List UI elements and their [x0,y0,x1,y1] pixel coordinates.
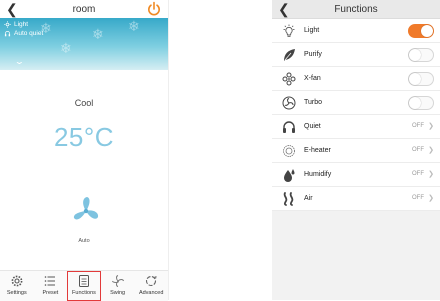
swing-icon [111,275,124,287]
room-title: room [72,3,96,15]
e-heater-value: OFF [412,147,424,153]
turbo-toggle[interactable] [408,96,434,110]
list-item-e-heater[interactable]: E-heater OFF ❯ [272,139,440,163]
light-icon [4,21,11,28]
tab-functions-label: Functions [72,290,96,296]
list-item-x-fan[interactable]: X-fan [272,67,440,91]
functions-icon [78,275,89,287]
tab-settings[interactable]: Settings [0,271,34,301]
list-item-light[interactable]: Light [272,19,440,43]
mode-label: Cool [74,98,94,108]
quiet-value: OFF [412,123,424,129]
snowflake-icon: ❄ [92,26,104,42]
functions-title: Functions [334,3,378,15]
back-chevron-icon[interactable]: ❮ [6,1,20,17]
air-value: OFF [412,195,424,201]
advanced-icon [146,275,157,287]
tab-advanced-label: Advanced [138,290,164,296]
tab-functions[interactable]: Functions [67,271,101,301]
room-header: ❮ room [0,0,168,18]
headphones-icon [282,120,296,134]
humidify-value: OFF [412,171,424,177]
tab-swing-label: Swing [110,290,126,296]
list-item-purify[interactable]: Purify [272,43,440,67]
fan-icon[interactable] [70,195,102,227]
tab-settings-label: Settings [6,290,27,296]
functions-header: ❮ Functions [272,0,440,19]
power-icon[interactable] [146,1,162,17]
bottom-tab-bar: Settings Preset Functions Swing Advanced [0,270,168,301]
x-fan-icon [282,72,296,86]
functions-list: Light Purify X-fan Turbo Quiet OFF ❯ E-h… [272,19,440,211]
x-fan-toggle[interactable] [408,72,434,86]
tab-preset[interactable]: Preset [34,271,68,301]
leaf-icon [282,48,296,62]
back-chevron-icon[interactable]: ❮ [278,1,292,17]
light-status-label: Light [14,21,29,28]
snowflake-icon: ❄ [128,18,140,34]
chevron-right-icon: ❯ [428,147,434,154]
air-icon [282,191,296,206]
list-item-turbo[interactable]: Turbo [272,91,440,115]
fan-speed-label: Auto [78,238,90,244]
chevron-right-icon: ❯ [428,123,434,130]
chevron-right-icon: ❯ [428,171,434,178]
light-status: Light [4,21,28,28]
list-item-air[interactable]: Air OFF ❯ [272,187,440,211]
chevron-right-icon: ❯ [428,195,434,202]
tab-preset-label: Preset [42,290,59,296]
snowflake-icon: ❄ [60,40,72,56]
turbo-icon [282,96,296,110]
light-toggle[interactable] [408,24,434,38]
temperature-display[interactable]: 25°C [0,122,168,153]
list-icon [45,276,56,286]
status-banner: ❄ ❄ ❄ ❄ Light Auto quiet ⌄ [0,18,168,70]
heater-icon [282,144,296,158]
quiet-icon [4,31,11,37]
light-icon [282,24,296,38]
list-item-humidify[interactable]: Humidify OFF ❯ [272,163,440,187]
gear-icon [11,275,23,287]
tab-advanced[interactable]: Advanced [134,271,168,301]
tab-swing[interactable]: Swing [101,271,135,301]
mode-status: Auto quiet [4,30,43,37]
list-item-quiet[interactable]: Quiet OFF ❯ [272,115,440,139]
functions-screen: ❮ Functions Light Purify X-fan Turbo Qui… [272,0,440,300]
purify-toggle[interactable] [408,48,434,62]
mode-status-label: Auto quiet [14,30,44,37]
humidify-icon [282,168,296,182]
expand-chevron-icon[interactable]: ⌄ [14,57,25,66]
room-screen: ❮ room ❄ ❄ ❄ ❄ Light Auto quiet ⌄ Cool 2… [0,0,169,301]
